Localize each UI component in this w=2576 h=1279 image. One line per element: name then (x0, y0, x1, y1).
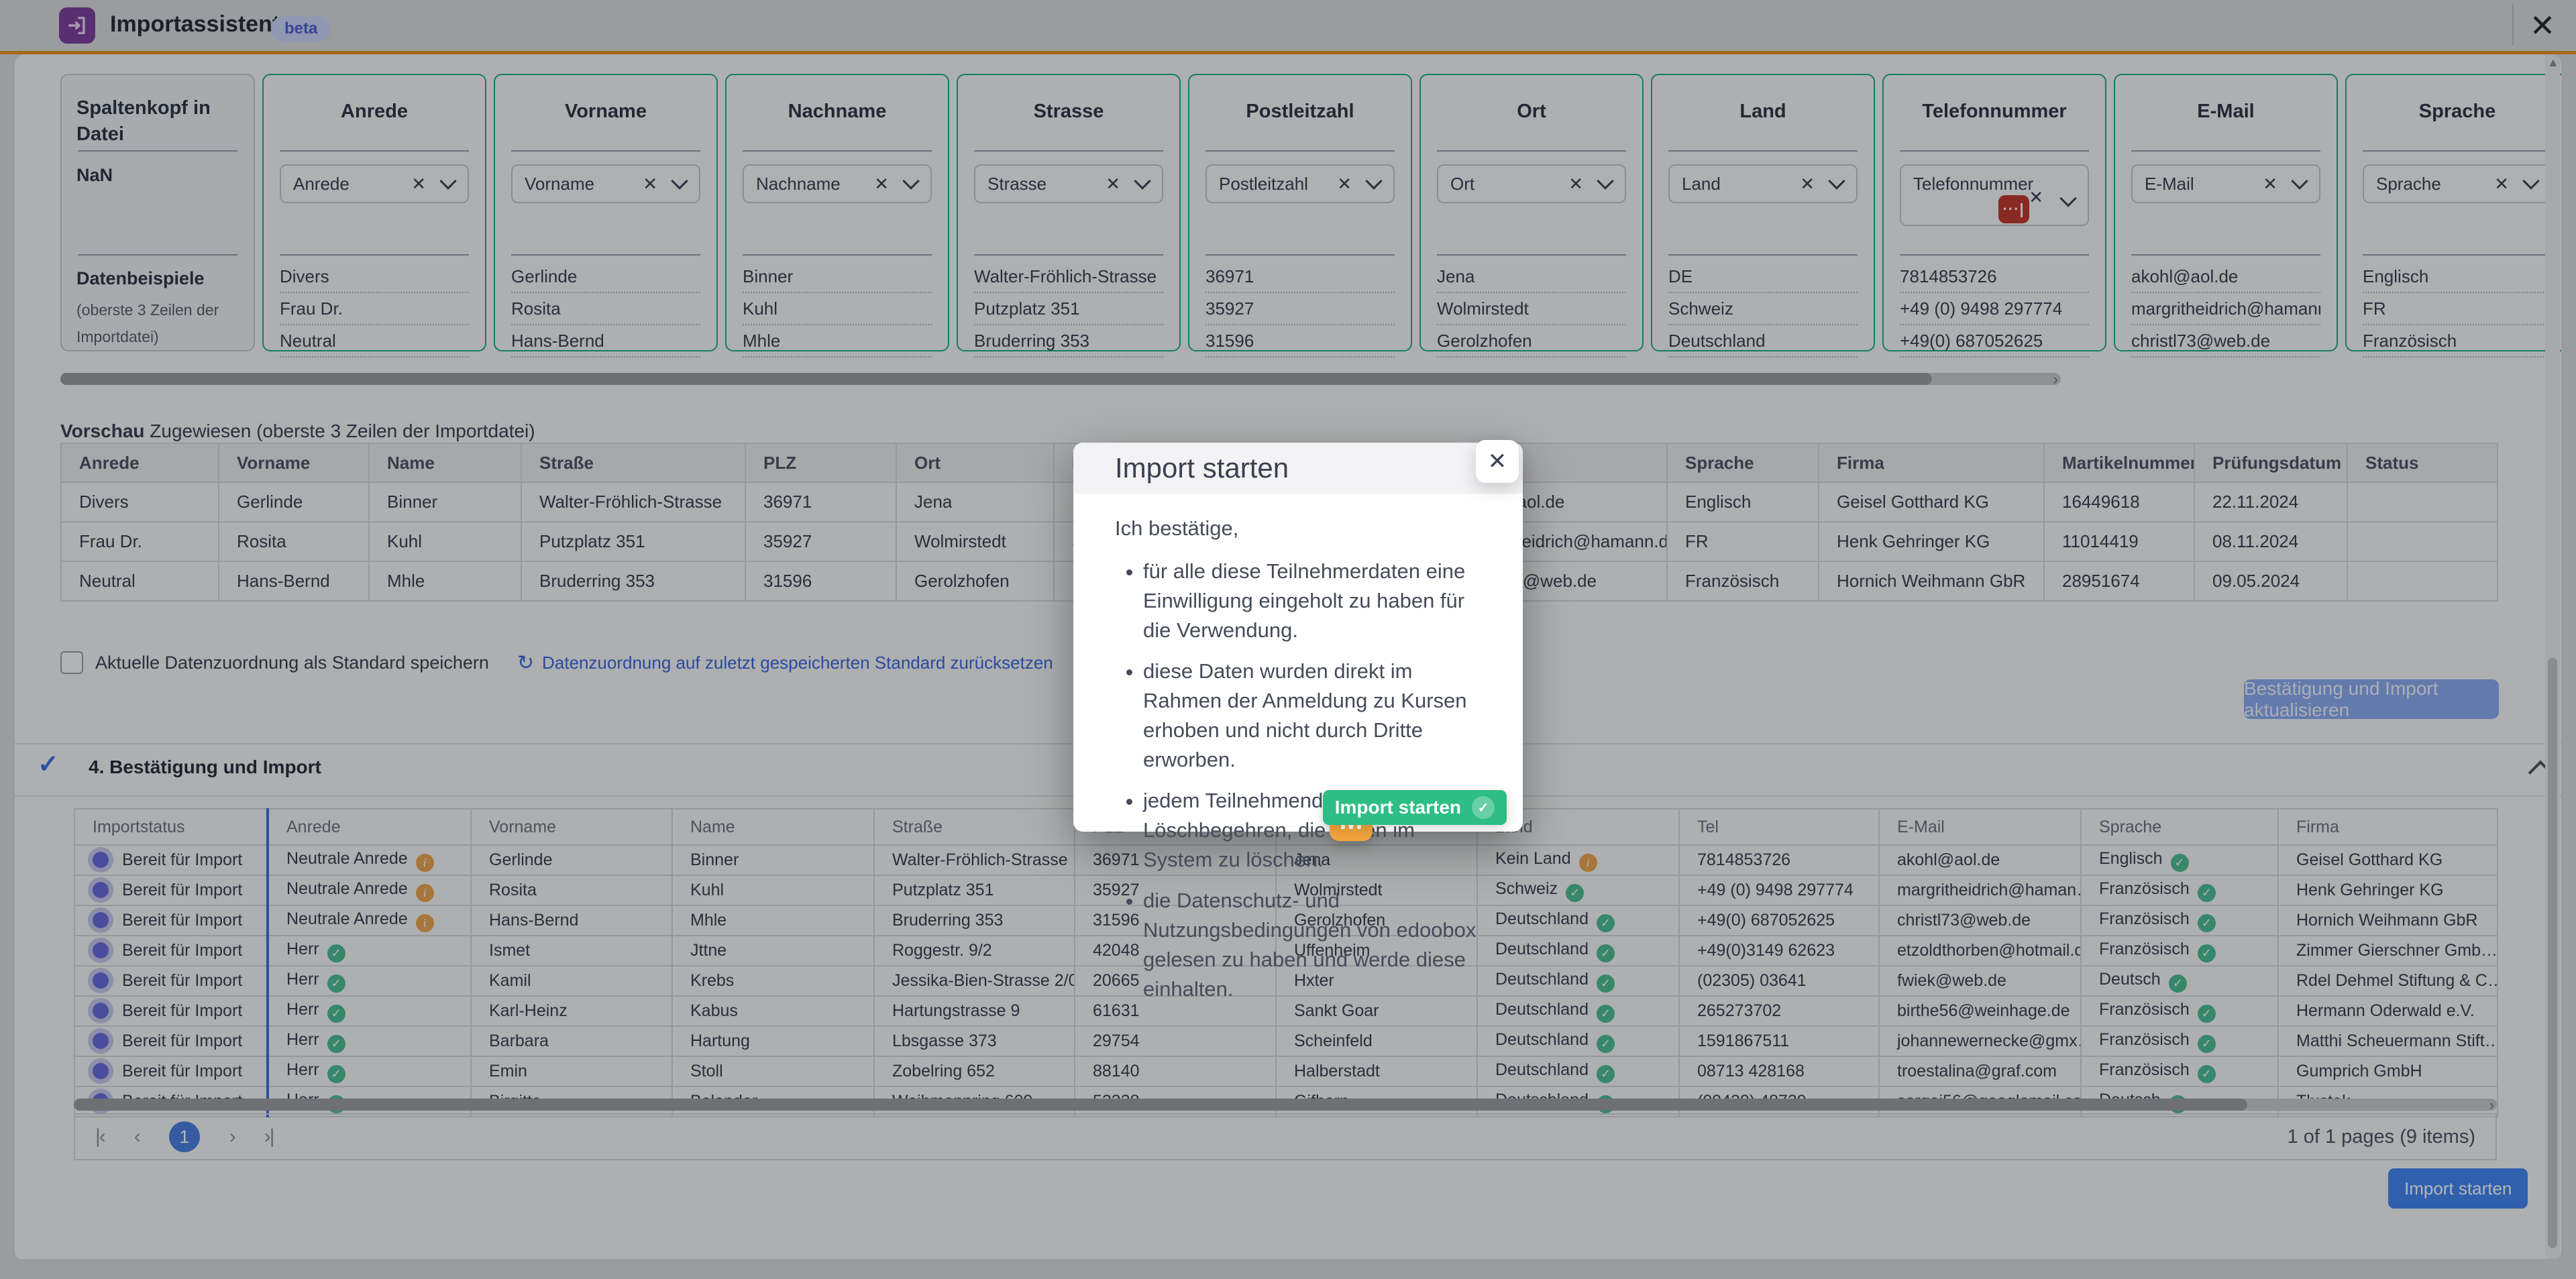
dialog-title: Import starten (1115, 443, 1289, 494)
confirm-bullet: für alle diese Teilnehmerdaten eine Einw… (1143, 557, 1485, 645)
import-confirm-dialog: Import starten ✕ Ich bestätige, für alle… (1073, 443, 1523, 832)
confirm-bullet: die Datenschutz- und Nutzungsbedingungen… (1143, 886, 1485, 1004)
check-icon: ✓ (1472, 796, 1495, 819)
confirm-import-label: Import starten (1335, 797, 1461, 818)
confirm-bullet: diese Daten wurden direkt im Rahmen der … (1143, 657, 1485, 775)
close-icon[interactable]: ✕ (1476, 440, 1519, 483)
confirm-import-button[interactable]: Import starten ✓ (1323, 790, 1507, 825)
confirm-intro: Ich bestätige, (1115, 516, 1485, 541)
confirm-bullet-list: für alle diese Teilnehmerdaten eine Einw… (1124, 557, 1485, 1004)
dialog-body: Ich bestätige, für alle diese Teilnehmer… (1073, 494, 1523, 1004)
